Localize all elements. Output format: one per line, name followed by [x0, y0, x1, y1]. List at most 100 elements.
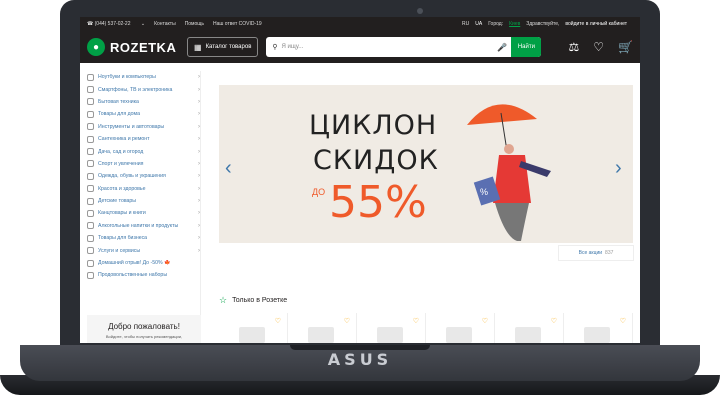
category-label: Дача, сад и огород — [98, 148, 144, 155]
product-card[interactable]: ♡ — [288, 313, 357, 343]
chevron-right-icon: › — [198, 247, 200, 254]
banner-line1: ЦИКЛОН — [309, 110, 438, 141]
chevron-right-icon: › — [198, 148, 200, 155]
sidebar-category-item[interactable]: Домашний отрыв! До -50% 🍁 — [87, 257, 200, 269]
category-label: Бытовая техника — [98, 98, 139, 105]
search-bar[interactable]: ⚲ Я ищу... 🎤 Найти — [266, 37, 542, 57]
sidebar-category-item[interactable]: Товары для дома › — [87, 108, 200, 120]
microphone-icon[interactable]: 🎤 — [497, 43, 507, 52]
covid-link[interactable]: Наш ответ COVID-19 — [213, 21, 262, 27]
product-card[interactable]: ♡ — [495, 313, 564, 343]
banner-pre: ДО — [312, 187, 326, 197]
product-card[interactable]: ♡ — [426, 313, 495, 343]
category-icon — [87, 185, 94, 193]
heart-icon[interactable]: ♡ — [413, 317, 419, 325]
heart-icon[interactable]: ♡ — [482, 317, 488, 325]
category-icon — [87, 271, 94, 279]
chevron-right-icon: › — [198, 74, 200, 81]
category-icon — [87, 197, 94, 205]
greeting-text: Здравствуйте, — [526, 21, 560, 27]
city-label: Город: — [488, 21, 504, 27]
category-label: Продовольственные наборы — [98, 272, 168, 279]
chevron-right-icon: › — [198, 185, 200, 192]
category-label: Красота и здоровье — [98, 185, 146, 192]
chevron-right-icon: › — [198, 111, 200, 118]
product-image — [239, 327, 265, 343]
chevron-right-icon: › — [198, 86, 200, 93]
product-image — [584, 327, 610, 343]
logo-text: ROZETKA — [110, 39, 177, 55]
umbrella-woman-illustration: % — [467, 104, 551, 241]
sidebar-category-item[interactable]: Ноутбуки и компьютеры › — [87, 71, 200, 83]
product-card[interactable]: ♡ — [357, 313, 426, 343]
sidebar-category-item[interactable]: Одежда, обувь и украшения › — [87, 170, 200, 182]
laptop-brand-logo: ASUS — [327, 350, 393, 369]
chevron-right-icon: › — [198, 136, 200, 143]
product-image — [515, 327, 541, 343]
all-promos-label: Все акции — [578, 250, 603, 256]
svg-text:%: % — [480, 187, 488, 197]
lang-ua[interactable]: UA — [475, 21, 482, 27]
login-link[interactable]: войдите в личный кабинет — [565, 21, 627, 27]
banner-prev-arrow[interactable]: ‹ — [225, 157, 232, 180]
laptop-frame: ☎ (044) 537-02-22 ⌄ Контакты Помощь Наш … — [0, 0, 720, 402]
promo-banner[interactable]: ЦИКЛОН СКИДОК ДО 55% % — [219, 85, 633, 243]
sidebar-category-item[interactable]: Услуги и сервисы › — [87, 244, 200, 256]
sidebar-category-item[interactable]: Сантехника и ремонт › — [87, 133, 200, 145]
search-button[interactable]: Найти — [511, 37, 542, 57]
lang-ru[interactable]: RU — [462, 21, 469, 27]
category-sidebar: Ноутбуки и компьютеры › Смартфоны, ТВ и эл… — [87, 71, 201, 321]
logo-icon: ● — [87, 38, 105, 56]
product-row: ♡ ♡ ♡ ♡ ♡ ♡ — [219, 313, 633, 343]
sidebar-category-item[interactable]: Алкогольные напитки и продукты › — [87, 220, 200, 232]
category-icon — [87, 110, 94, 118]
phone-link[interactable]: ☎ (044) 537-02-22 ⌄ — [87, 21, 145, 27]
sidebar-category-item[interactable]: Смартфоны, ТВ и электроника › — [87, 83, 200, 95]
cart-icon[interactable]: 🛒 — [618, 40, 633, 54]
sidebar-category-item[interactable]: Товары для бизнеса › — [87, 232, 200, 244]
wishlist-heart-icon[interactable]: ♡ — [593, 40, 604, 54]
header-icons: ⚖ ♡ 🛒 — [555, 40, 633, 54]
heart-icon[interactable]: ♡ — [344, 317, 350, 325]
heart-icon[interactable]: ♡ — [620, 317, 626, 325]
sidebar-category-item[interactable]: Инструменты и автотовары › — [87, 121, 200, 133]
compare-icon[interactable]: ⚖ — [569, 40, 580, 54]
category-label: Сантехника и ремонт — [98, 136, 150, 143]
category-icon — [87, 234, 94, 242]
contacts-link[interactable]: Контакты — [154, 21, 176, 27]
sidebar-category-item[interactable]: Дача, сад и огород › — [87, 145, 200, 157]
heart-icon[interactable]: ♡ — [551, 317, 557, 325]
product-card[interactable]: ♡ — [564, 313, 633, 343]
chevron-right-icon: › — [198, 98, 200, 105]
logo[interactable]: ● ROZETKA — [87, 38, 187, 56]
all-promos-link[interactable]: Все акции 837 — [558, 245, 634, 261]
city-link[interactable]: Киев — [509, 21, 520, 27]
laptop-base: ASUS — [0, 345, 720, 402]
category-icon — [87, 247, 94, 255]
top-bar: ☎ (044) 537-02-22 ⌄ Контакты Помощь Наш … — [80, 17, 640, 31]
sidebar-category-item[interactable]: Канцтовары и книги › — [87, 207, 200, 219]
category-label: Инструменты и автотовары — [98, 123, 165, 130]
banner-next-arrow[interactable]: › — [615, 157, 622, 180]
product-card[interactable]: ♡ — [219, 313, 288, 343]
category-icon — [87, 222, 94, 230]
category-label: Домашний отрыв! До -50% 🍁 — [98, 260, 171, 267]
category-label: Канцтовары и книги — [98, 210, 146, 217]
sidebar-category-item[interactable]: Красота и здоровье › — [87, 183, 200, 195]
welcome-block: Добро пожаловать! Войдите, чтобы получат… — [87, 315, 201, 343]
webcam — [417, 8, 423, 14]
category-icon — [87, 209, 94, 217]
help-link[interactable]: Помощь — [185, 21, 204, 27]
search-input[interactable]: Я ищу... — [282, 44, 304, 50]
catalog-button[interactable]: ▦ Каталог товаров — [187, 37, 259, 57]
sidebar-category-item[interactable]: Детские товары › — [87, 195, 200, 207]
grid-icon: ▦ — [194, 42, 202, 52]
banner-percent: 55% — [329, 177, 427, 228]
browser-screen: ☎ (044) 537-02-22 ⌄ Контакты Помощь Наш … — [80, 17, 640, 343]
sidebar-category-item[interactable]: Спорт и увлечения › — [87, 158, 200, 170]
sidebar-category-item[interactable]: Бытовая техника › — [87, 96, 200, 108]
heart-icon[interactable]: ♡ — [275, 317, 281, 325]
sidebar-category-item[interactable]: Продовольственные наборы — [87, 269, 200, 281]
star-icon: ☆ — [219, 295, 228, 305]
welcome-subtitle: Войдите, чтобы получать рекомендации, — [105, 334, 183, 339]
